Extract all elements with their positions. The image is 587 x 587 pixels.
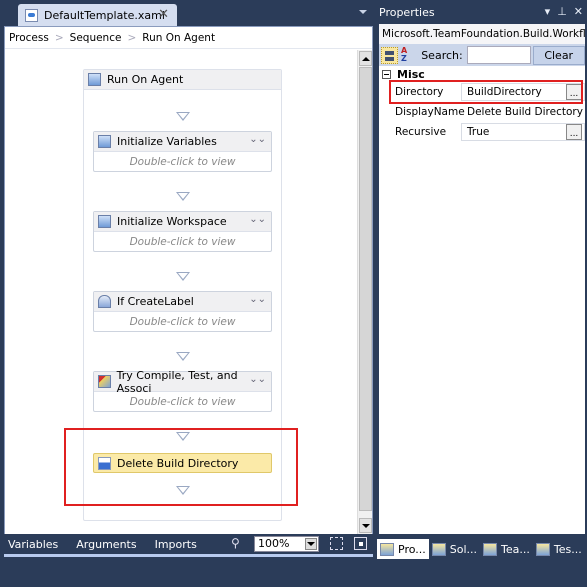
activity-initialize-variables[interactable]: Initialize Variables ⌄⌄ Double-click to v… (93, 131, 272, 172)
imports-tab[interactable]: Imports (155, 538, 197, 551)
tool-window-tabs: Pro... Sol... Tea... Tes... (377, 538, 587, 560)
property-grid: Misc Directory BuildDirectory ... Displa… (379, 66, 585, 534)
test-view-icon (535, 542, 550, 556)
highlight-box (64, 428, 298, 506)
tab-solution-explorer[interactable]: Sol... (429, 539, 480, 559)
tab-label: Pro... (398, 542, 426, 556)
properties-icon (380, 542, 394, 556)
sequence-icon (98, 135, 111, 148)
arguments-tab[interactable]: Arguments (76, 538, 136, 551)
sequence-header[interactable]: Run On Agent (84, 70, 281, 90)
clear-button[interactable]: Clear (532, 45, 585, 65)
highlight-box (389, 80, 583, 104)
scroll-thumb[interactable] (359, 67, 372, 511)
pin-icon[interactable]: ⊥ (557, 5, 567, 18)
if-icon (98, 295, 111, 308)
activity-initialize-workspace[interactable]: Initialize Workspace ⌄⌄ Double-click to v… (93, 211, 272, 252)
document-tab[interactable]: DefaultTemplate.xaml ✕ (18, 4, 177, 26)
activity-placeholder: Double-click to view (129, 236, 236, 248)
variables-tab[interactable]: Variables (8, 538, 58, 551)
chevron-down-icon[interactable] (305, 538, 317, 550)
breadcrumb-process[interactable]: Process (9, 32, 49, 44)
breadcrumb-sequence[interactable]: Sequence (70, 32, 122, 44)
property-row-displayname[interactable]: DisplayName Delete Build Directory (379, 102, 585, 122)
activity-placeholder: Double-click to view (129, 396, 236, 408)
activity-try-compile[interactable]: Try Compile, Test, and Associ ⌄⌄ Double-c… (93, 368, 272, 412)
drop-arrow-icon[interactable] (176, 272, 190, 282)
property-name: DisplayName (395, 106, 465, 118)
sequence-icon (98, 215, 111, 228)
tab-label: Tes... (553, 542, 582, 556)
search-icon[interactable]: ⚲ (231, 536, 240, 550)
ellipsis-button[interactable]: ... (566, 124, 582, 140)
properties-title: Properties (379, 5, 435, 19)
tab-dropdown-icon[interactable] (359, 10, 367, 14)
properties-title-bar: Properties ▾ ⊥ ✕ (377, 0, 587, 24)
expand-chevron-icon[interactable]: ⌄⌄ (249, 294, 266, 305)
sequence-title: Run On Agent (107, 73, 184, 86)
agent-scope-icon (88, 73, 101, 86)
tab-test-view[interactable]: Tes... (533, 539, 585, 559)
properties-toolbar: AZ Search: Clear (379, 44, 585, 66)
tab-properties[interactable]: Pro... (377, 539, 429, 559)
activity-title: If CreateLabel (117, 295, 194, 308)
designer-bottom-bar: Variables Arguments Imports ⚲ 100% (0, 535, 375, 554)
activity-title: Initialize Workspace (117, 215, 227, 228)
activity-placeholder: Double-click to view (129, 156, 236, 168)
overview-map-icon[interactable] (354, 537, 367, 550)
breadcrumb-separator: > (54, 31, 64, 44)
expand-chevron-icon[interactable]: ⌄⌄ (249, 134, 266, 145)
search-input[interactable] (466, 46, 531, 64)
solution-explorer-icon (431, 542, 446, 556)
dropdown-icon[interactable]: ▾ (545, 5, 551, 18)
workflow-canvas[interactable]: Run On Agent Initialize Variables ⌄⌄ Doub… (5, 50, 358, 534)
designer-surface: Process > Sequence > Run On Agent Expand… (4, 26, 587, 587)
search-label: Search: (421, 48, 463, 62)
alphabetical-sort-icon[interactable]: AZ (401, 47, 407, 63)
activity-title: Try Compile, Test, and Associ (116, 368, 238, 395)
breadcrumb-run-on-agent[interactable]: Run On Agent (142, 32, 215, 44)
activity-if-createlabel[interactable]: If CreateLabel ⌄⌄ Double-click to view (93, 291, 272, 332)
categorized-icon[interactable] (381, 46, 398, 64)
breadcrumb: Process > Sequence > Run On Agent Expand… (5, 27, 587, 587)
tab-label: Sol... (449, 542, 478, 556)
breadcrumb-separator: > (127, 31, 137, 44)
document-tab-title: DefaultTemplate.xaml (44, 8, 165, 22)
zoom-select[interactable]: 100% (254, 536, 319, 552)
document-tab-strip: DefaultTemplate.xaml ✕ (0, 0, 375, 26)
vertical-scrollbar[interactable] (357, 50, 372, 534)
close-icon[interactable]: ✕ (574, 5, 583, 18)
tab-label: Tea... (501, 542, 530, 556)
scroll-down-button[interactable] (359, 518, 372, 533)
scroll-up-button[interactable] (359, 51, 372, 66)
collapse-icon[interactable] (382, 69, 391, 79)
fit-to-screen-icon[interactable] (330, 537, 343, 550)
zoom-value: 100% (258, 537, 290, 550)
property-row-recursive[interactable]: Recursive True ... (379, 122, 585, 142)
team-explorer-icon (483, 542, 498, 556)
xaml-file-icon (25, 8, 38, 22)
bottom-accent-line (4, 554, 373, 557)
close-icon[interactable]: ✕ (158, 7, 169, 22)
property-name: Recursive (395, 126, 447, 138)
property-value-input[interactable]: Delete Build Directory (461, 103, 585, 121)
drop-arrow-icon[interactable] (176, 192, 190, 202)
expand-chevron-icon[interactable]: ⌄⌄ (249, 374, 266, 385)
drop-arrow-icon[interactable] (176, 112, 190, 122)
activity-placeholder: Double-click to view (129, 316, 236, 328)
expand-chevron-icon[interactable]: ⌄⌄ (249, 214, 266, 225)
properties-pane: Properties ▾ ⊥ ✕ Microsoft.TeamFoundatio… (377, 0, 587, 560)
workflow-designer-pane: DefaultTemplate.xaml ✕ Process > Sequenc… (0, 0, 587, 587)
selected-object-name[interactable]: Microsoft.TeamFoundation.Build.Workflow.… (379, 24, 585, 44)
drop-arrow-icon[interactable] (176, 352, 190, 362)
category-label: Misc (397, 67, 425, 81)
try-catch-icon (98, 375, 111, 388)
tab-team-explorer[interactable]: Tea... (480, 539, 533, 559)
activity-title: Initialize Variables (117, 135, 217, 148)
